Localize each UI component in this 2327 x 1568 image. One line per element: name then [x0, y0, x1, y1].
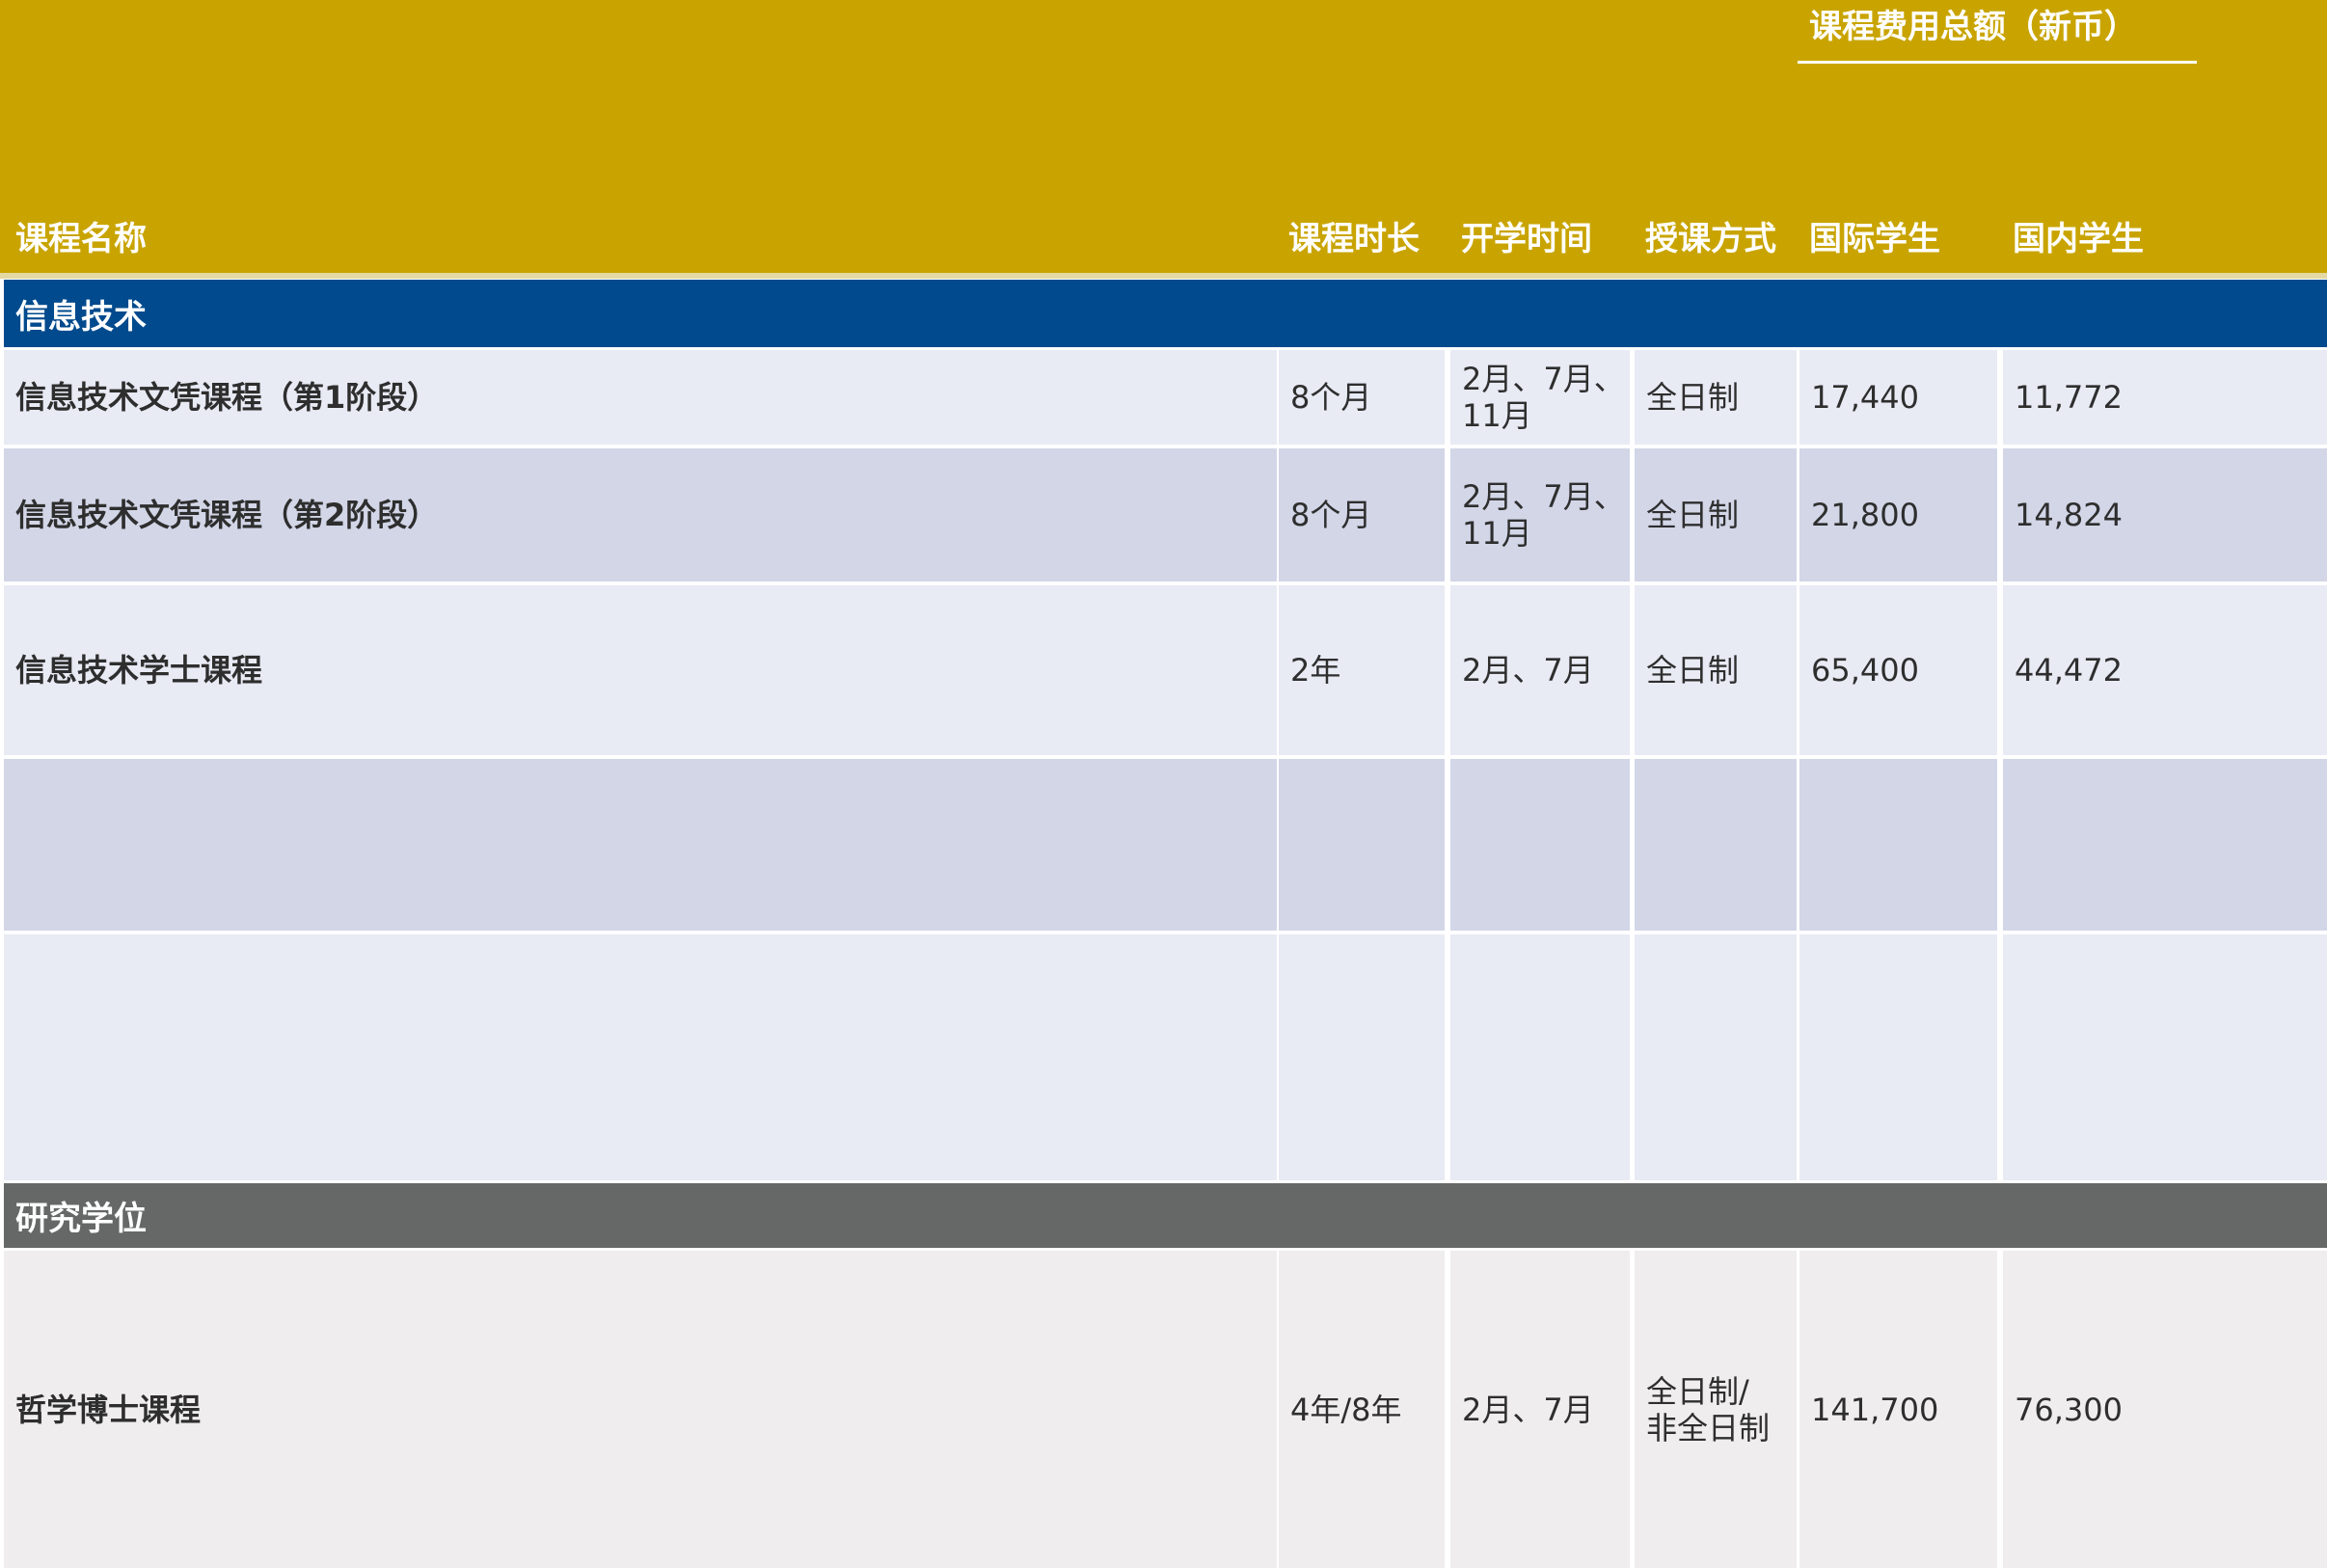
- cell-local: 11,772: [2003, 350, 2327, 445]
- cell-duration-text: 2年: [1290, 652, 1341, 689]
- cell-local: 76,300: [2003, 1251, 2327, 1568]
- cell-name: 信息技术文凭课程（第2阶段）: [4, 448, 1277, 581]
- cell-duration: 8个月: [1279, 448, 1445, 581]
- section-title: 研究学位: [15, 1200, 147, 1238]
- cell-intl-text: 17,440: [1811, 379, 1919, 416]
- cell-name: 哲学博士课程: [4, 1251, 1277, 1568]
- cell-local: [2003, 934, 2327, 1180]
- cell-intl: [1799, 759, 1997, 931]
- cell-intake-text: 2月、7月: [1462, 652, 1594, 689]
- cell-intl: 141,700: [1799, 1251, 1997, 1568]
- col-header-intl: 国际学生: [1809, 220, 1940, 258]
- cell-mode: 全日制: [1635, 585, 1797, 755]
- cell-duration: 4年/8年: [1279, 1251, 1445, 1568]
- cell-intake: 2月、7月、 11月: [1450, 350, 1630, 445]
- cell-duration-text: 8个月: [1290, 497, 1372, 533]
- cell-intl: 21,800: [1799, 448, 1997, 581]
- fee-group-title: 课程费用总额（新币）: [1809, 8, 2137, 46]
- cell-intl-text: 21,800: [1811, 497, 1919, 533]
- cell-name-text: 信息技术文凭课程（第2阶段）: [15, 497, 439, 533]
- cell-intl-text: 141,700: [1811, 1391, 1939, 1428]
- section-it: 信息技术: [4, 280, 2327, 347]
- cell-name-text: 信息技术文凭课程（第1阶段）: [15, 379, 439, 416]
- cell-duration-text: 8个月: [1290, 379, 1372, 416]
- cell-intl: [1799, 934, 1997, 1180]
- header-divider: [0, 273, 2327, 279]
- cell-duration: 8个月: [1279, 350, 1445, 445]
- cell-intake: 2月、7月: [1450, 585, 1630, 755]
- cell-mode: 全日制/ 非全日制: [1635, 1251, 1797, 1568]
- cell-intake-text: 2月、7月、 11月: [1462, 361, 1625, 434]
- cell-name: [4, 934, 1277, 1180]
- cell-duration: 2年: [1279, 585, 1445, 755]
- cell-intake: 2月、7月: [1450, 1251, 1630, 1568]
- cell-mode-text: 全日制: [1646, 652, 1740, 689]
- cell-intake-text: 2月、7月、 11月: [1462, 478, 1625, 552]
- cell-intl-text: 65,400: [1811, 652, 1919, 689]
- cell-duration-text: 4年/8年: [1290, 1391, 1402, 1428]
- cell-duration: [1279, 759, 1445, 931]
- cell-local: [2003, 759, 2327, 931]
- col-header-name: 课程名称: [15, 220, 147, 258]
- cell-mode: 全日制: [1635, 448, 1797, 581]
- cell-intake-text: 2月、7月: [1462, 1391, 1594, 1428]
- cell-mode-text: 全日制: [1646, 379, 1740, 416]
- section-research: 研究学位: [4, 1183, 2327, 1248]
- cell-intl: 65,400: [1799, 585, 1997, 755]
- col-header-intake: 开学时间: [1461, 220, 1592, 258]
- cell-name: 信息技术学士课程: [4, 585, 1277, 755]
- cell-intake: 2月、7月、 11月: [1450, 448, 1630, 581]
- cell-mode-text: 全日制/ 非全日制: [1646, 1372, 1771, 1446]
- section-title: 信息技术: [15, 297, 147, 337]
- cell-mode: [1635, 759, 1797, 931]
- cell-local-text: 76,300: [2015, 1391, 2123, 1428]
- cell-mode: 全日制: [1635, 350, 1797, 445]
- cell-local-text: 14,824: [2015, 497, 2123, 533]
- cell-name: [4, 759, 1277, 931]
- cell-name-text: 哲学博士课程: [15, 1391, 202, 1428]
- cell-name: 信息技术文凭课程（第1阶段）: [4, 350, 1277, 445]
- col-header-local: 国内学生: [2013, 220, 2144, 258]
- cell-intl: 17,440: [1799, 350, 1997, 445]
- col-header-mode: 授课方式: [1645, 220, 1776, 258]
- col-header-duration: 课程时长: [1288, 220, 1420, 258]
- cell-mode: [1635, 934, 1797, 1180]
- cell-intake: [1450, 934, 1630, 1180]
- cell-local: 44,472: [2003, 585, 2327, 755]
- cell-duration: [1279, 934, 1445, 1180]
- cell-local-text: 44,472: [2015, 652, 2123, 689]
- fee-table: 课程费用总额（新币） 课程名称 课程时长 开学时间 授课方式 国际学生 国内学生…: [0, 0, 2327, 1568]
- cell-name-text: 信息技术学士课程: [15, 652, 263, 689]
- cell-local-text: 11,772: [2015, 379, 2123, 416]
- cell-local: 14,824: [2003, 448, 2327, 581]
- cell-intake: [1450, 759, 1630, 931]
- cell-mode-text: 全日制: [1646, 497, 1740, 533]
- fee-group-underline: [1798, 61, 2197, 64]
